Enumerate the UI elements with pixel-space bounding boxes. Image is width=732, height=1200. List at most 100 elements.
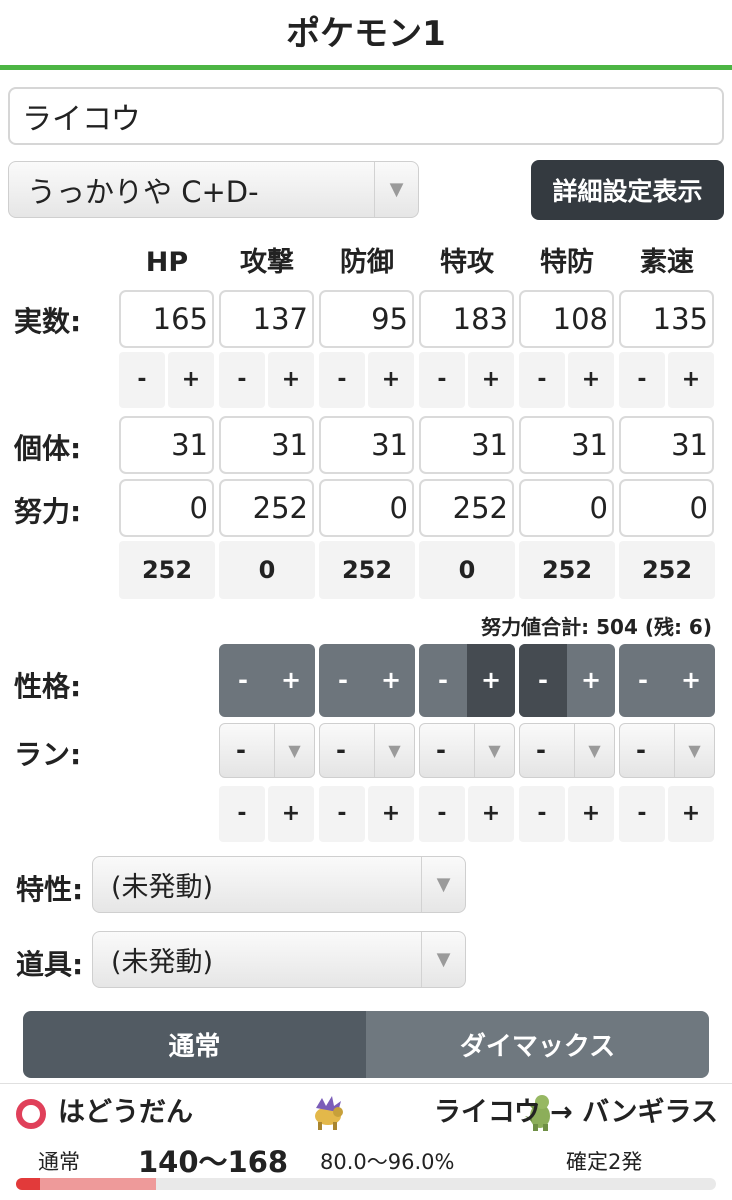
actual-spa-plus-button[interactable]: + <box>468 352 514 408</box>
ko-text: 確定2発 <box>566 1150 643 1174</box>
nature-spd-plus[interactable]: + <box>567 644 615 717</box>
ev-spd[interactable]: 0 <box>519 479 614 537</box>
nature-spe-minus[interactable]: - <box>619 644 667 717</box>
rank-def-plus-button[interactable]: + <box>368 786 414 842</box>
rank-spe-minus-button[interactable]: - <box>619 786 665 842</box>
nature-label: 性格: <box>14 670 82 703</box>
item-select[interactable]: (未発動) ▼ <box>92 931 466 988</box>
actual-atk-plus-button[interactable]: + <box>268 352 314 408</box>
nature-atk-toggle[interactable]: - + <box>219 644 315 717</box>
nature-atk-minus[interactable]: - <box>219 644 267 717</box>
item-select-value: (未発動) <box>111 947 214 978</box>
ev-remaining-spd-button[interactable]: 252 <box>519 541 615 599</box>
rank-def-value: - <box>336 736 346 764</box>
iv-label: 個体: <box>14 432 82 465</box>
nature-select-value: うっかりや C+D- <box>27 174 259 209</box>
actual-spe-plus-button[interactable]: + <box>668 352 714 408</box>
rank-atk-plus-button[interactable]: + <box>268 786 314 842</box>
actual-spd-minus-button[interactable]: - <box>519 352 565 408</box>
rank-spe-plus-button[interactable]: + <box>668 786 714 842</box>
ev-total-text: 努力値合計: 504 (残: 6) <box>481 615 712 639</box>
ev-spa[interactable]: 252 <box>419 479 514 537</box>
actual-hp-minus-button[interactable]: - <box>119 352 165 408</box>
matchup-text: ライコウ → バンギラス <box>434 1090 718 1136</box>
tab-dynamax[interactable]: ダイマックス <box>366 1011 709 1078</box>
ev-label: 努力: <box>14 495 82 528</box>
actual-spd-plus-button[interactable]: + <box>568 352 614 408</box>
page-title: ポケモン1 <box>286 14 446 54</box>
stat-header-spe: 素速 <box>640 247 694 278</box>
rank-spd-select[interactable]: - ▼ <box>519 723 615 778</box>
damage-bar-min <box>16 1178 40 1190</box>
result-mode: 通常 <box>38 1150 80 1174</box>
iv-spe[interactable]: 31 <box>619 416 714 474</box>
iv-spd[interactable]: 31 <box>519 416 614 474</box>
ability-select-value: (未発動) <box>111 872 214 903</box>
nature-spd-minus[interactable]: - <box>519 644 567 717</box>
actual-stat-spe[interactable]: 135 <box>619 290 714 348</box>
stat-header-hp: HP <box>145 247 189 278</box>
chevron-down-icon: ▼ <box>474 724 514 777</box>
damage-percent: 80.0〜96.0% <box>320 1150 455 1174</box>
ev-remaining-def-button[interactable]: 252 <box>319 541 415 599</box>
chevron-down-icon: ▼ <box>374 162 418 217</box>
rank-spe-select[interactable]: - ▼ <box>619 723 715 778</box>
nature-atk-plus[interactable]: + <box>267 644 315 717</box>
actual-hp-plus-button[interactable]: + <box>168 352 214 408</box>
rank-def-minus-button[interactable]: - <box>319 786 365 842</box>
actual-stat-atk[interactable]: 137 <box>219 290 314 348</box>
damage-range: 140〜168 <box>138 1145 289 1179</box>
ev-remaining-spa-button[interactable]: 0 <box>419 541 515 599</box>
iv-spa[interactable]: 31 <box>419 416 514 474</box>
rank-spd-value: - <box>536 736 546 764</box>
actual-spa-minus-button[interactable]: - <box>419 352 465 408</box>
actual-spe-minus-button[interactable]: - <box>619 352 665 408</box>
actual-def-plus-button[interactable]: + <box>368 352 414 408</box>
ev-atk[interactable]: 252 <box>219 479 314 537</box>
ev-hp[interactable]: 0 <box>119 479 214 537</box>
rank-def-select[interactable]: - ▼ <box>319 723 415 778</box>
detail-settings-button[interactable]: 詳細設定表示 <box>531 160 724 220</box>
move-name: はどうだん <box>58 1097 193 1128</box>
stat-header-spa: 特攻 <box>440 247 494 278</box>
ev-remaining-atk-button[interactable]: 0 <box>219 541 315 599</box>
actual-def-minus-button[interactable]: - <box>319 352 365 408</box>
ev-def[interactable]: 0 <box>319 479 414 537</box>
ev-remaining-spe-button[interactable]: 252 <box>619 541 715 599</box>
rank-spd-minus-button[interactable]: - <box>519 786 565 842</box>
rank-atk-select[interactable]: - ▼ <box>219 723 315 778</box>
nature-spa-toggle[interactable]: - + <box>419 644 515 717</box>
nature-select[interactable]: うっかりや C+D- ▼ <box>8 161 419 218</box>
iv-atk[interactable]: 31 <box>219 416 314 474</box>
rank-spa-plus-button[interactable]: + <box>468 786 514 842</box>
rank-spa-minus-button[interactable]: - <box>419 786 465 842</box>
actual-stat-hp[interactable]: 165 <box>119 290 214 348</box>
iv-def[interactable]: 31 <box>319 416 414 474</box>
iv-hp[interactable]: 31 <box>119 416 214 474</box>
rank-atk-minus-button[interactable]: - <box>219 786 265 842</box>
nature-def-minus[interactable]: - <box>319 644 367 717</box>
nature-def-toggle[interactable]: - + <box>319 644 415 717</box>
chevron-down-icon: ▼ <box>421 932 465 987</box>
ev-remaining-hp-button[interactable]: 252 <box>119 541 215 599</box>
nature-spe-toggle[interactable]: - + <box>619 644 715 717</box>
actual-stat-spa[interactable]: 183 <box>419 290 514 348</box>
rank-spd-plus-button[interactable]: + <box>568 786 614 842</box>
chevron-down-icon: ▼ <box>274 724 314 777</box>
nature-def-plus[interactable]: + <box>367 644 415 717</box>
damage-bar-range <box>40 1178 156 1190</box>
nature-spa-plus[interactable]: + <box>467 644 515 717</box>
nature-spd-toggle[interactable]: - + <box>519 644 615 717</box>
pokemon-name-input[interactable] <box>8 87 724 145</box>
tab-normal[interactable]: 通常 <box>23 1011 366 1078</box>
actual-stat-def[interactable]: 95 <box>319 290 414 348</box>
stat-header-atk: 攻撃 <box>240 247 294 278</box>
ability-select[interactable]: (未発動) ▼ <box>92 856 466 913</box>
nature-spe-plus[interactable]: + <box>667 644 715 717</box>
mode-tabs: 通常 ダイマックス <box>23 1011 709 1078</box>
nature-spa-minus[interactable]: - <box>419 644 467 717</box>
ev-spe[interactable]: 0 <box>619 479 714 537</box>
actual-atk-minus-button[interactable]: - <box>219 352 265 408</box>
rank-spa-select[interactable]: - ▼ <box>419 723 515 778</box>
actual-stat-spd[interactable]: 108 <box>519 290 614 348</box>
